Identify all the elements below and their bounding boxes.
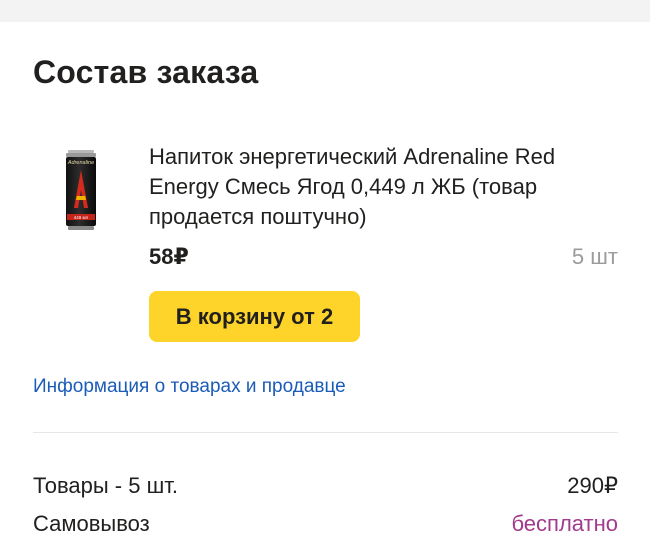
summary-goods-label: Товары - 5 шт. [33,473,178,498]
product-seller-info-link[interactable]: Информация о товарах и продавце [33,376,346,398]
can-brand-text: Adrenaline [67,160,94,166]
order-card: Состав заказа Adrenaline 449 мл Напиток … [0,22,650,545]
product-image[interactable]: Adrenaline 449 мл [64,150,98,230]
summary-pickup-label: Самовывоз [33,511,150,536]
product-name[interactable]: Напиток энергетический Adrenaline Red En… [149,142,619,232]
page-title: Состав заказа [33,54,259,90]
top-separator [0,0,650,22]
add-to-cart-button[interactable]: В корзину от 2 [149,291,360,342]
summary-goods-total: 290₽ [567,473,618,498]
divider [33,432,618,433]
summary-pickup-price: бесплатно [511,511,618,536]
product-quantity: 5 шт [571,244,618,269]
can-volume-text: 449 мл [74,215,89,220]
product-price: 58₽ [149,244,189,269]
energy-drink-can-icon: Adrenaline 449 мл [66,150,96,230]
